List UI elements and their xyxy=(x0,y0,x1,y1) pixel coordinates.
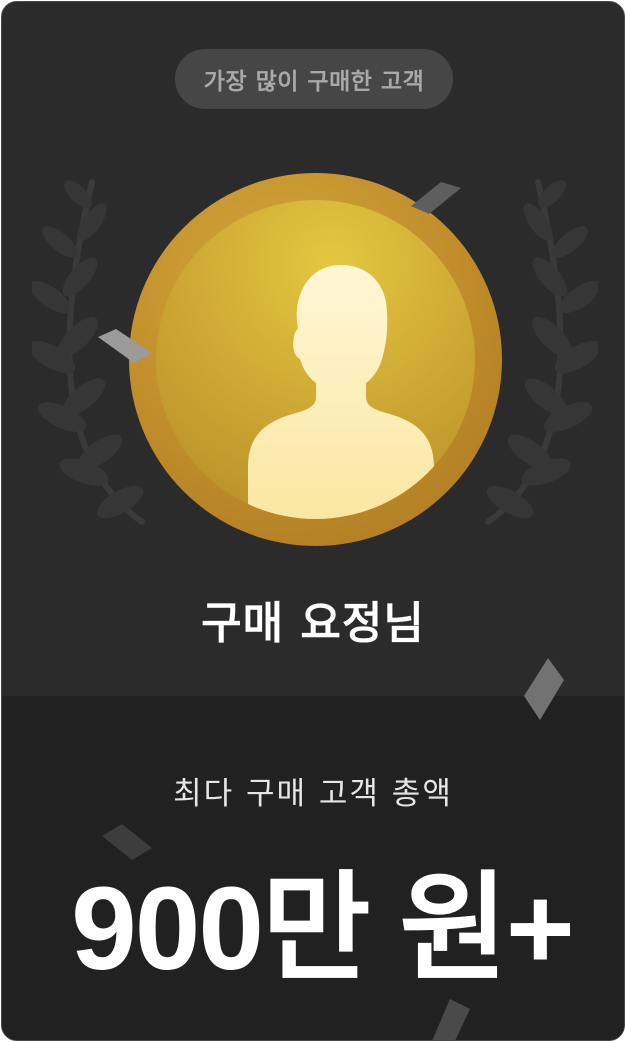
total-amount-value: 900만 원+ xyxy=(71,863,575,995)
top-customer-card: 가장 많이 구매한 고객 구매 요정님 최다 구매 고객 총액 900만 원+ xyxy=(1,1,625,1041)
confetti-icon xyxy=(432,999,470,1040)
total-amount-label: 최다 구매 고객 총액 xyxy=(173,776,453,812)
medal-inner xyxy=(156,200,475,519)
top-customer-badge: 가장 많이 구매한 고객 xyxy=(175,49,453,109)
person-silhouette-icon xyxy=(248,265,434,519)
confetti-icon xyxy=(524,658,564,720)
customer-name: 구매 요정님 xyxy=(201,598,425,649)
confetti-icon xyxy=(98,329,152,363)
medal xyxy=(129,173,502,546)
confetti-icon xyxy=(411,182,461,214)
